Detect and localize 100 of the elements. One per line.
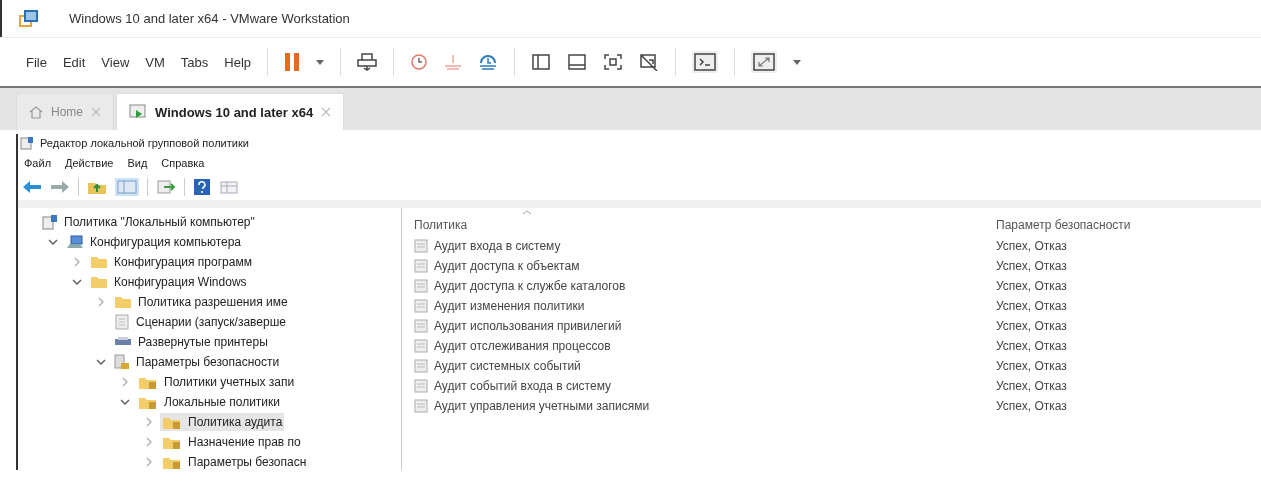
table-cell: Аудит использования привилегий [434,319,622,333]
tab-label: Windows 10 and later x64 [155,104,314,120]
tree-item[interactable]: Назначение прав по [160,433,303,451]
chevron-down-icon[interactable] [96,359,106,365]
table-cell: Успех, Отказ [996,279,1067,293]
tree-item[interactable]: Конфигурация компьютера [64,233,244,251]
console-icon[interactable] [692,51,719,73]
policy-icon [20,136,34,150]
tree-label: Локальные политики [164,395,280,409]
table-cell: Аудит отслеживания процессов [434,339,611,353]
table-cell: Успех, Отказ [996,259,1067,273]
policy-setting-icon [414,359,428,373]
tree-label: Политики учетных запи [164,375,295,389]
folder-icon [90,275,108,289]
menu-item[interactable]: Edit [62,54,86,70]
tree-label: Политика "Локальный компьютер" [64,215,255,229]
folder-icon [114,295,132,309]
table-cell: Успех, Отказ [996,399,1067,413]
tree-item[interactable]: Конфигурация Windows [88,274,249,290]
chevron-right-icon[interactable] [122,377,128,387]
menu-item[interactable]: View [101,54,130,70]
tree-item[interactable]: Политика аудита [160,413,285,431]
pause-icon[interactable] [284,52,301,72]
table-cell: Успех, Отказ [996,239,1067,253]
app-logo-icon [19,9,39,28]
column-header[interactable]: Политика [402,218,996,232]
table-cell: Успех, Отказ [996,319,1067,333]
table-cell: Аудит входа в систему [434,239,561,253]
export-icon[interactable] [156,179,176,195]
table-cell: Аудит событий входа в систему [434,379,612,393]
security-icon [114,354,130,370]
tree-label: Конфигурация программ [114,255,252,269]
tree-item[interactable]: Политика разрешения име [112,294,290,310]
fullscreen-icon[interactable] [603,53,624,71]
policy-setting-icon [414,339,428,353]
vm-icon [129,104,147,120]
policy-setting-icon [414,379,428,393]
keyboard-icon[interactable] [357,53,378,71]
tree-item[interactable]: Развернутые принтеры [112,334,270,350]
forward-arrow-icon[interactable] [50,180,70,194]
column-header[interactable]: Параметр безопасности [996,218,1131,232]
menu-item[interactable]: Tabs [180,54,209,70]
policy-setting-icon [414,259,428,273]
document-icon [114,314,130,330]
policy-setting-icon [414,299,428,313]
table-cell: Аудит доступа к службе каталогов [434,279,626,293]
caret-icon[interactable] [316,59,325,65]
menu-item[interactable]: Справка [161,157,205,169]
menu-item[interactable]: File [26,54,47,70]
stretch-icon[interactable] [751,51,778,73]
menu-item[interactable]: Действие [65,157,114,169]
tree-label: Конфигурация компьютера [90,235,242,249]
tree-item[interactable]: Локальные политики [136,393,282,411]
computer-icon [66,234,84,250]
menu-item[interactable]: Вид [127,157,148,169]
tree-item[interactable]: Параметры безопасн [160,453,309,470]
chevron-right-icon[interactable] [74,257,80,267]
split-view-icon[interactable] [567,53,588,71]
tree-label: Конфигурация Windows [114,275,247,289]
chevron-down-icon[interactable] [120,399,130,405]
tree-item[interactable]: Политики учетных запи [136,373,297,391]
chevron-right-icon[interactable] [146,437,152,447]
policy-setting-icon [414,279,428,293]
policy-setting-icon [414,319,428,333]
tree-label: Политика аудита [188,415,283,429]
tab-label: Home [51,105,83,119]
sidebar-icon[interactable] [531,53,552,71]
table-cell: Успех, Отказ [996,339,1067,353]
snapshot-manager-icon[interactable] [478,53,499,71]
policy-setting-icon [414,399,428,413]
clock-icon[interactable] [410,53,429,71]
window-title: Windows 10 and later x64 - VMware Workstation [69,11,350,26]
tree-item[interactable]: Политика "Локальный компьютер" [40,213,257,231]
policy-icon [42,214,58,230]
menu-item[interactable]: VM [145,54,165,70]
chevron-down-icon[interactable] [72,279,82,285]
chevron-right-icon[interactable] [146,417,152,427]
home-icon [29,105,43,119]
tree-item[interactable]: Сценарии (запуск/заверше [112,313,288,331]
menu-item[interactable]: Файл [24,157,52,169]
help-icon[interactable] [193,178,211,196]
caret-icon[interactable] [793,59,802,65]
chevron-right-icon[interactable] [98,297,104,307]
back-arrow-icon[interactable] [22,180,42,194]
table-cell: Аудит управления учетными записями [434,399,650,413]
tree-item[interactable]: Конфигурация программ [88,254,254,270]
chevron-right-icon[interactable] [146,457,152,467]
tree-label: Назначение прав по [188,435,301,449]
table-cell: Аудит доступа к объектам [434,259,580,273]
app-title: Редактор локальной групповой политики [40,137,249,149]
unity-icon[interactable] [639,53,660,71]
tab[interactable]: Windows 10 and later x64 [116,93,345,130]
table-cell: Успех, Отказ [996,359,1067,373]
tree-label: Параметры безопасности [136,355,280,369]
tree-item[interactable]: Параметры безопасности [112,353,282,371]
folder-icon [90,255,108,269]
printer-icon [114,336,132,348]
chevron-down-icon[interactable] [48,239,58,245]
table-cell: Аудит системных событий [434,359,581,373]
menu-item[interactable]: Help [224,54,252,70]
